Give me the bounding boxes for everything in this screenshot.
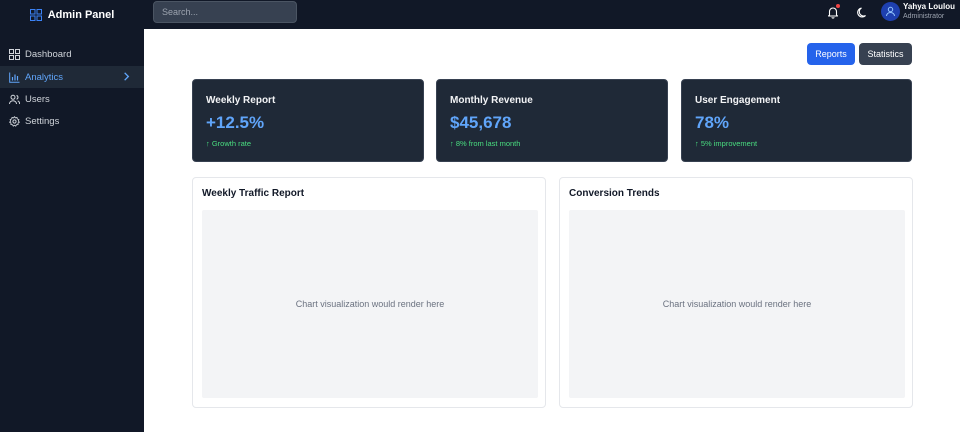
user-icon <box>886 6 895 17</box>
app-title: Admin Panel <box>47 8 115 21</box>
conversion-trends-panel: Conversion Trends Chart visualization wo… <box>559 177 913 408</box>
search-input[interactable] <box>162 7 288 17</box>
gear-icon <box>9 115 20 127</box>
card-trend: ↑ 8% from last month <box>450 139 521 148</box>
sidebar-item-analytics[interactable]: Analytics <box>0 66 144 88</box>
main-content: Reports Statistics Weekly Report +12.5% … <box>144 29 960 432</box>
monthly-revenue-card: Monthly Revenue $45,678 ↑ 8% from last m… <box>436 79 668 162</box>
card-title: Monthly Revenue <box>450 95 533 106</box>
chevron-right-icon <box>124 72 130 81</box>
weekly-report-card: Weekly Report +12.5% ↑ Growth rate <box>192 79 424 162</box>
dashboard-logo-icon <box>29 8 42 21</box>
user-role: Administrator <box>903 13 945 20</box>
chart-placeholder: Chart visualization would render here <box>202 210 538 398</box>
panel-title: Conversion Trends <box>569 188 660 199</box>
brand[interactable]: Admin Panel <box>0 0 144 29</box>
sidebar-item-dashboard[interactable]: Dashboard <box>0 43 144 65</box>
card-value: 78% <box>695 113 730 132</box>
user-name: Yahya Loulou <box>903 2 956 11</box>
card-trend: ↑ Growth rate <box>206 139 252 148</box>
moon-icon[interactable] <box>856 6 869 19</box>
card-trend: ↑ 5% improvement <box>695 139 758 148</box>
card-value: +12.5% <box>206 113 265 132</box>
top-bar: Admin Panel Yahya Loulou Administrator <box>0 0 960 29</box>
user-engagement-card: User Engagement 78% ↑ 5% improvement <box>681 79 912 162</box>
sidebar-item-settings[interactable]: Settings <box>0 110 144 132</box>
chart-placeholder: Chart visualization would render here <box>569 210 905 398</box>
card-title: User Engagement <box>695 95 781 106</box>
weekly-traffic-panel: Weekly Traffic Report Chart visualizatio… <box>192 177 546 408</box>
sidebar: Dashboard Analytics Users Settings <box>0 29 144 432</box>
notification-badge <box>836 4 840 8</box>
card-value: $45,678 <box>450 113 512 132</box>
avatar[interactable] <box>881 2 900 21</box>
analytics-icon <box>9 72 20 83</box>
panel-title: Weekly Traffic Report <box>202 188 305 199</box>
reports-button[interactable]: Reports <box>807 43 855 65</box>
sidebar-item-label: Users <box>25 93 50 105</box>
search-box[interactable] <box>153 1 297 23</box>
statistics-button[interactable]: Statistics <box>859 43 912 65</box>
sidebar-item-label: Settings <box>25 115 60 127</box>
sidebar-item-label: Analytics <box>25 71 64 83</box>
sidebar-item-users[interactable]: Users <box>0 88 144 110</box>
users-icon <box>9 94 20 104</box>
sidebar-item-label: Dashboard <box>25 48 72 60</box>
card-title: Weekly Report <box>206 95 276 106</box>
dashboard-icon <box>9 48 20 60</box>
